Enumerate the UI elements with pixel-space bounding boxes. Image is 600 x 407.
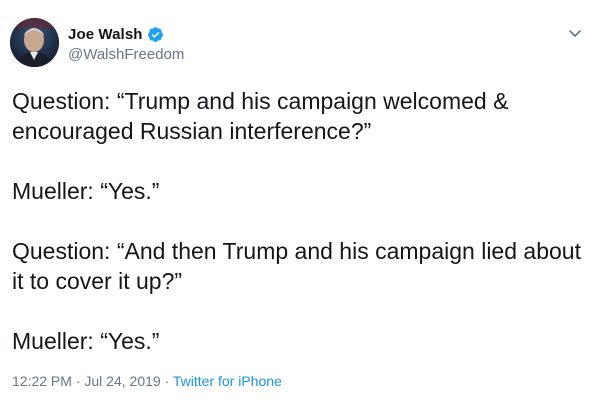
display-name[interactable]: Joe Walsh — [68, 26, 143, 43]
author-block: Joe Walsh @WalshFreedom — [68, 24, 184, 64]
separator: · — [160, 373, 173, 389]
tweet-time[interactable]: 12:22 PM — [12, 373, 72, 389]
tweet-card: Joe Walsh @WalshFreedom Question: “Trump… — [0, 0, 600, 407]
tweet-paragraph: Mueller: “Yes.” — [12, 328, 160, 354]
tweet-metadata: 12:22 PM · Jul 24, 2019 · Twitter for iP… — [12, 373, 282, 389]
tweet-paragraph: Mueller: “Yes.” — [12, 178, 160, 204]
tweet-source-link[interactable]: Twitter for iPhone — [173, 373, 282, 389]
tweet-header: Joe Walsh @WalshFreedom — [10, 18, 590, 70]
chevron-down-icon[interactable] — [566, 24, 584, 42]
tweet-date[interactable]: Jul 24, 2019 — [84, 373, 160, 389]
separator: · — [71, 373, 85, 389]
avatar-image — [10, 18, 59, 67]
display-name-row: Joe Walsh — [68, 24, 184, 44]
tweet-paragraph: Question: “And then Trump and his campai… — [12, 238, 581, 294]
verified-badge-icon — [147, 26, 164, 43]
tweet-text: Question: “Trump and his campaign welcom… — [12, 86, 590, 356]
handle[interactable]: @WalshFreedom — [68, 46, 184, 63]
tweet-paragraph: Question: “Trump and his campaign welcom… — [12, 88, 509, 144]
avatar[interactable] — [10, 18, 59, 67]
